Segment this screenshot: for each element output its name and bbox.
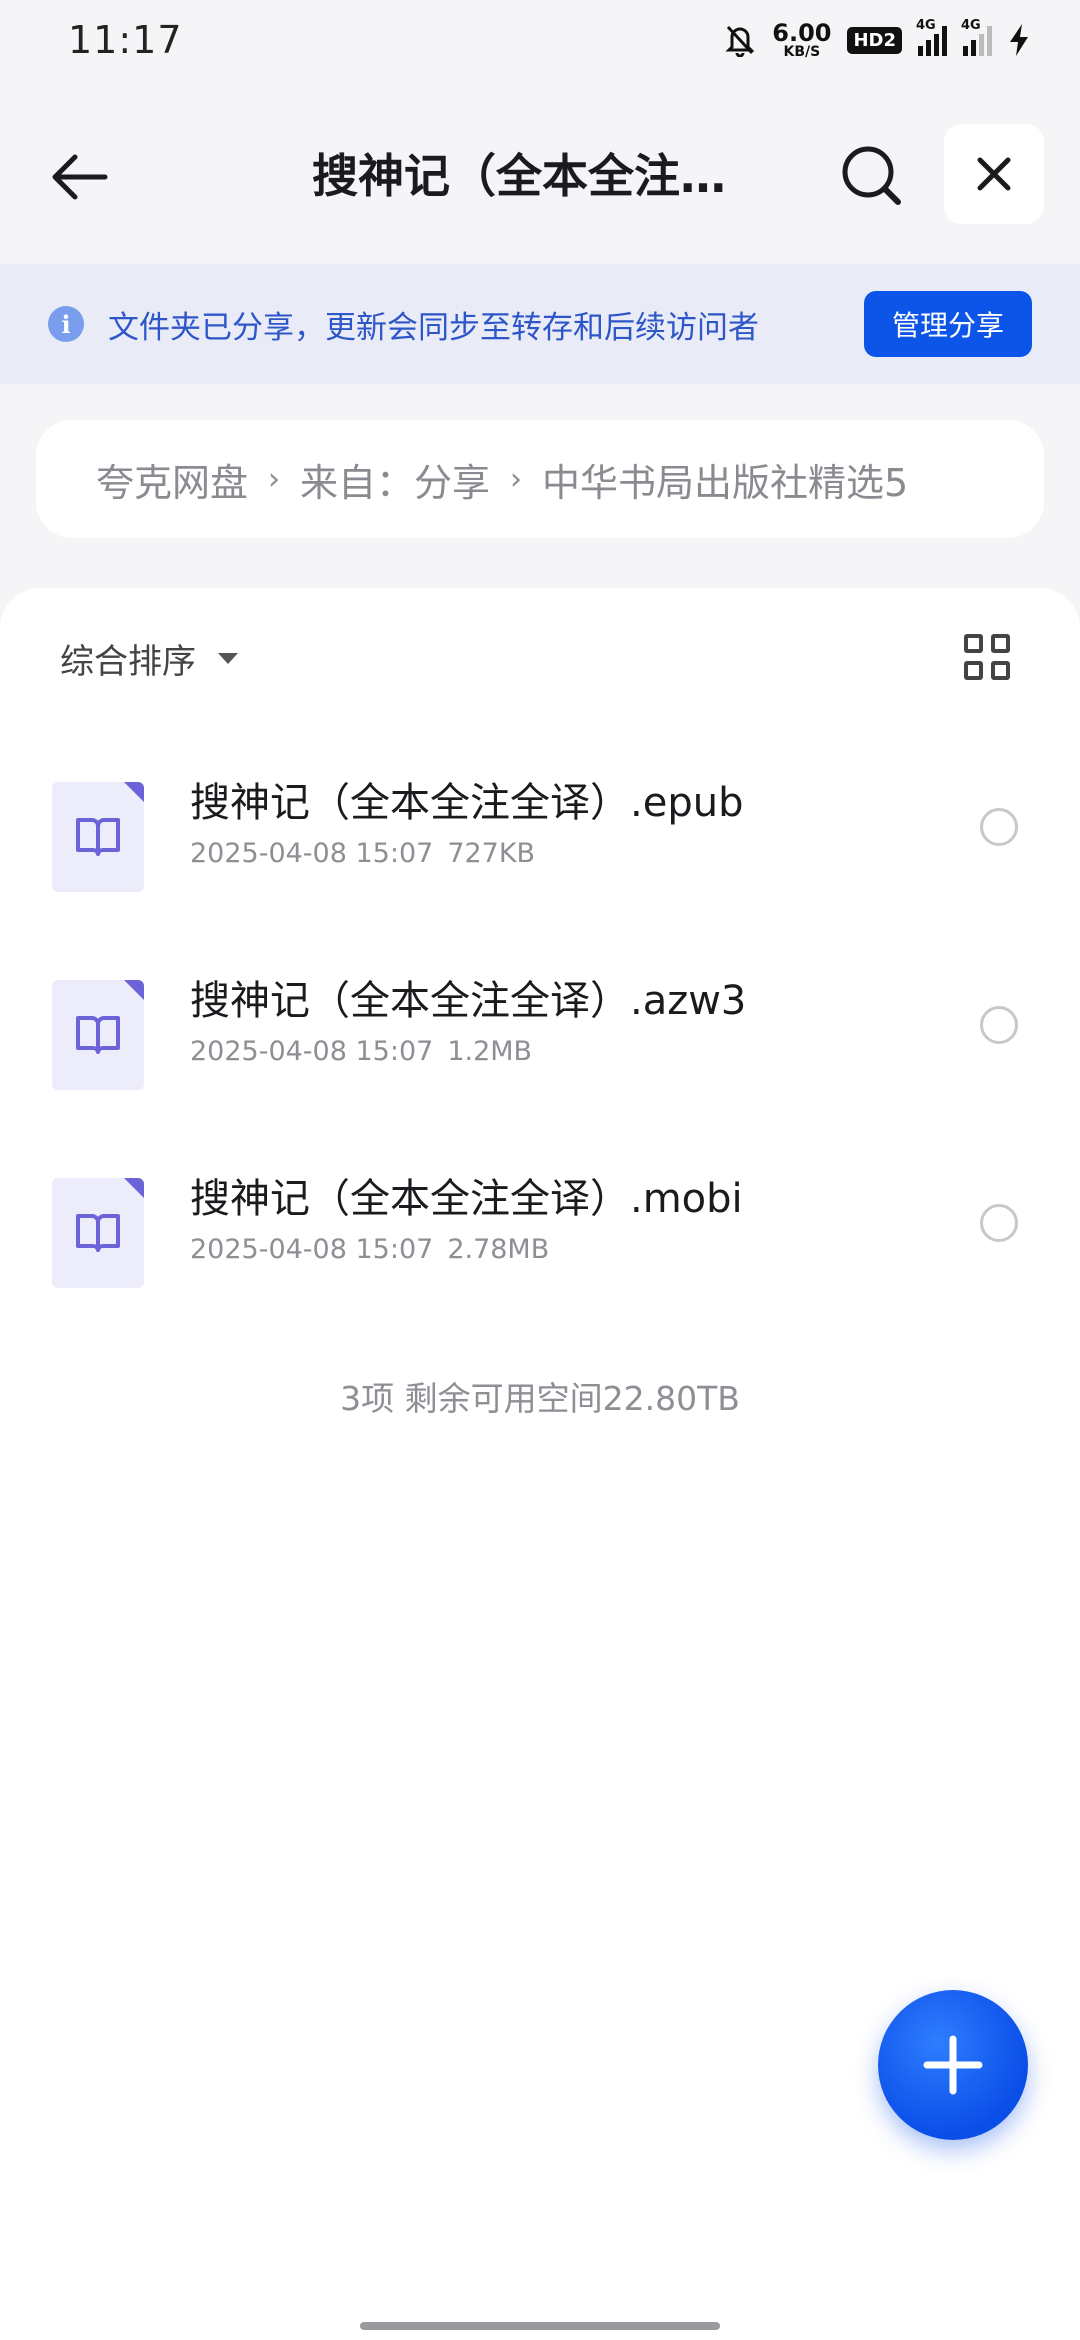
signal-label: 4G <box>916 18 936 33</box>
status-icons: 6.00 KB/S HD2 4G 4G <box>724 18 1030 59</box>
plus-icon <box>923 2035 983 2095</box>
manage-share-button[interactable]: 管理分享 <box>864 291 1032 357</box>
breadcrumb-item[interactable]: 来自：分享 <box>300 452 490 507</box>
network-speed: 6.00 KB/S <box>772 21 831 59</box>
ebook-file-icon <box>52 980 144 1090</box>
add-fab-button[interactable] <box>878 1990 1028 2140</box>
storage-summary: 3项 剩余可用空间22.80TB <box>340 1379 740 1418</box>
chevron-right-icon: › <box>268 461 281 497</box>
grid-view-toggle[interactable] <box>964 634 1010 680</box>
grid-view-icon <box>964 634 983 653</box>
file-meta: 2025-04-08 15:07 2.78MB <box>190 1234 549 1265</box>
close-icon <box>977 157 1011 191</box>
close-button[interactable] <box>944 124 1044 224</box>
select-checkbox[interactable] <box>980 1006 1018 1044</box>
network-speed-value: 6.00 <box>772 19 832 47</box>
select-checkbox[interactable] <box>980 1204 1018 1242</box>
page-title: 搜神记（全本全注… <box>312 149 726 203</box>
app-header: 搜神记（全本全注… <box>0 120 1080 230</box>
file-row[interactable]: 搜神记（全本全注全译）.mobi 2025-04-08 15:07 2.78MB <box>0 1164 1080 1324</box>
search-icon <box>842 146 901 205</box>
file-name: 搜神记（全本全注全译）.azw3 <box>190 978 747 1024</box>
breadcrumb-item[interactable]: 夸克网盘 <box>96 452 248 507</box>
book-icon <box>76 1214 120 1252</box>
file-name: 搜神记（全本全注全译）.mobi <box>190 1176 743 1222</box>
file-name: 搜神记（全本全注全译）.epub <box>190 780 744 826</box>
chevron-right-icon: › <box>510 461 523 497</box>
charging-icon <box>1010 24 1028 56</box>
sort-dropdown[interactable]: 综合排序 <box>60 634 238 683</box>
info-icon: i <box>48 306 84 342</box>
share-banner: i 文件夹已分享，更新会同步至转存和后续访问者 管理分享 <box>0 264 1080 384</box>
file-meta: 2025-04-08 15:07 727KB <box>190 838 535 869</box>
ebook-file-icon <box>52 782 144 892</box>
file-size: 1.2MB <box>447 1036 533 1067</box>
file-row[interactable]: 搜神记（全本全注全译）.azw3 2025-04-08 15:07 1.2MB <box>0 966 1080 1126</box>
signal-icon-2: 4G <box>961 18 992 56</box>
hd-badge: HD2 <box>847 26 902 54</box>
signal-label-2: 4G <box>961 18 981 33</box>
breadcrumb-item-current[interactable]: 中华书局出版社精选5 <box>542 452 908 507</box>
file-meta: 2025-04-08 15:07 1.2MB <box>190 1036 532 1067</box>
caret-down-icon <box>218 653 238 664</box>
book-icon <box>76 1016 120 1054</box>
file-size: 2.78MB <box>447 1234 550 1265</box>
status-bar: 11:17 6.00 KB/S HD2 4G 4G <box>0 0 1080 80</box>
back-arrow-icon <box>52 154 108 200</box>
back-button[interactable] <box>44 142 114 212</box>
select-checkbox[interactable] <box>980 808 1018 846</box>
signal-icon: 4G <box>916 18 947 56</box>
home-indicator[interactable] <box>360 2322 720 2330</box>
network-speed-unit: KB/S <box>783 44 821 60</box>
file-size: 727KB <box>447 838 536 869</box>
file-row[interactable]: 搜神记（全本全注全译）.epub 2025-04-08 15:07 727KB <box>0 768 1080 928</box>
ebook-file-icon <box>52 1178 144 1288</box>
search-button[interactable] <box>836 140 908 212</box>
file-date: 2025-04-08 15:07 <box>190 838 434 869</box>
share-banner-text: 文件夹已分享，更新会同步至转存和后续访问者 <box>108 309 759 346</box>
sort-label: 综合排序 <box>60 642 196 682</box>
file-date: 2025-04-08 15:07 <box>190 1036 434 1067</box>
status-time: 11:17 <box>68 18 183 62</box>
book-icon <box>76 818 120 856</box>
breadcrumb: 夸克网盘 › 来自：分享 › 中华书局出版社精选5 <box>36 420 1044 538</box>
file-date: 2025-04-08 15:07 <box>190 1234 434 1265</box>
bell-muted-icon <box>725 25 755 57</box>
